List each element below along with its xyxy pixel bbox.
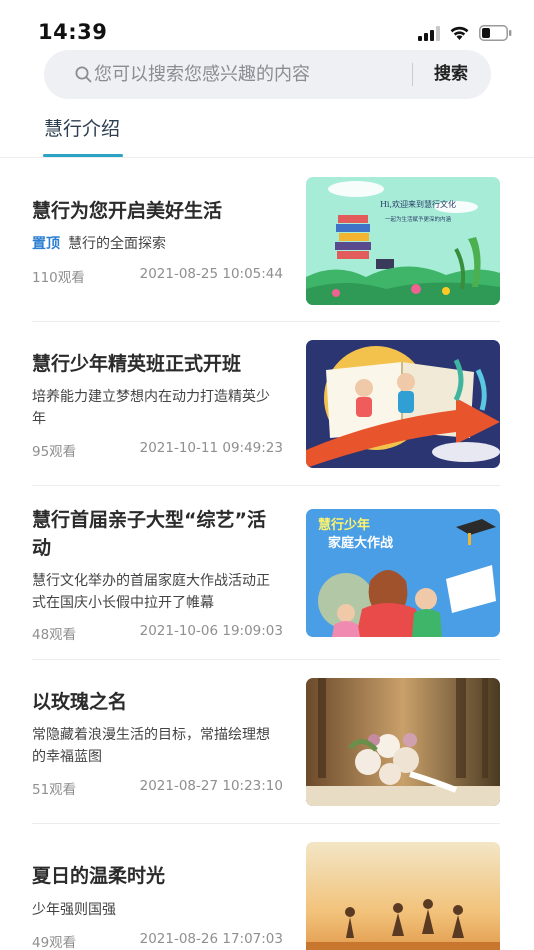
article-item[interactable]: 以玫瑰之名 常隐藏着浪漫生活的目标，常描绘理想的幸福蓝图 51观看 2021-0… bbox=[0, 660, 534, 824]
thumb-caption: Hi,欢迎来到慧行文化 bbox=[380, 199, 456, 209]
article-title: 以玫瑰之名 bbox=[32, 691, 128, 713]
view-count: 95观看 bbox=[32, 444, 77, 460]
article-thumbnail[interactable] bbox=[306, 678, 500, 806]
article-meta: 49观看 2021-08-26 17:07:03 bbox=[32, 931, 283, 950]
article-desc-text: 慧行的全面探索 bbox=[68, 236, 166, 252]
article-thumbnail[interactable]: Hi,欢迎来到慧行文化 一起为生活赋予更深的内涵 bbox=[306, 177, 500, 305]
publish-date: 2021-08-25 10:05:44 bbox=[139, 266, 283, 282]
view-count: 49观看 bbox=[32, 935, 77, 950]
pinned-badge: 置顶 bbox=[32, 236, 60, 252]
view-count: 51观看 bbox=[32, 782, 77, 798]
status-bar: 14:39 bbox=[0, 0, 534, 50]
tab-bar: 慧行介绍 bbox=[0, 108, 534, 158]
article-desc: 置顶 慧行的全面探索 bbox=[32, 233, 282, 255]
article-thumbnail[interactable] bbox=[306, 842, 500, 950]
tab-intro[interactable]: 慧行介绍 bbox=[44, 114, 120, 141]
article-meta: 110观看 2021-08-25 10:05:44 bbox=[32, 266, 283, 286]
publish-date: 2021-10-11 09:49:23 bbox=[139, 440, 283, 456]
status-time: 14:39 bbox=[38, 20, 108, 44]
battery-icon bbox=[479, 25, 512, 41]
thumb-subcaption: 家庭大作战 bbox=[328, 535, 393, 551]
view-count: 48观看 bbox=[32, 627, 77, 643]
article-thumbnail[interactable] bbox=[306, 340, 500, 468]
article-item[interactable]: 慧行首届亲子大型“综艺”活动 慧行文化举办的首届家庭大作战活动正式在国庆小长假中… bbox=[0, 486, 534, 660]
search-icon bbox=[75, 66, 92, 83]
article-desc: 培养能力建立梦想内在动力打造精英少年 bbox=[32, 389, 270, 427]
search-input[interactable]: 您可以搜索您感兴趣的内容 bbox=[94, 50, 404, 99]
article-desc: 慧行文化举办的首届家庭大作战活动正式在国庆小长假中拉开了帷幕 bbox=[32, 573, 270, 611]
view-count: 110观看 bbox=[32, 270, 85, 286]
thumb-subcaption: 一起为生活赋予更深的内涵 bbox=[385, 215, 452, 223]
article-desc: 常隐藏着浪漫生活的目标，常描绘理想的幸福蓝图 bbox=[32, 727, 270, 765]
publish-date: 2021-10-06 19:09:03 bbox=[139, 623, 283, 639]
article-meta: 48观看 2021-10-06 19:09:03 bbox=[32, 623, 283, 643]
article-meta: 51观看 2021-08-27 10:23:10 bbox=[32, 778, 283, 798]
thumb-caption: 慧行少年 bbox=[318, 517, 370, 533]
article-desc: 少年强则国强 bbox=[32, 902, 116, 918]
article-title: 慧行首届亲子大型“综艺”活动 bbox=[32, 509, 266, 559]
article-title: 夏日的温柔时光 bbox=[32, 865, 166, 887]
tab-active-indicator bbox=[43, 154, 123, 157]
search-button[interactable]: 搜索 bbox=[424, 50, 478, 99]
article-title: 慧行少年精英班正式开班 bbox=[32, 353, 242, 375]
signal-icon bbox=[418, 25, 440, 41]
search-divider bbox=[412, 63, 413, 86]
article-item[interactable]: 慧行为您开启美好生活 置顶 慧行的全面探索 110观看 2021-08-25 10… bbox=[0, 158, 534, 322]
article-title: 慧行为您开启美好生活 bbox=[32, 200, 223, 222]
status-icons bbox=[418, 24, 512, 42]
search-bar: 您可以搜索您感兴趣的内容 搜索 bbox=[44, 50, 491, 99]
publish-date: 2021-08-27 10:23:10 bbox=[139, 778, 283, 794]
article-item[interactable]: 夏日的温柔时光 少年强则国强 49观看 2021-08-26 17:07:03 bbox=[0, 824, 534, 950]
article-item[interactable]: 慧行少年精英班正式开班 培养能力建立梦想内在动力打造精英少年 95观看 2021… bbox=[0, 322, 534, 486]
wifi-icon bbox=[450, 26, 469, 40]
publish-date: 2021-08-26 17:07:03 bbox=[139, 931, 283, 947]
article-meta: 95观看 2021-10-11 09:49:23 bbox=[32, 440, 283, 460]
article-thumbnail[interactable]: 慧行少年 家庭大作战 bbox=[306, 509, 500, 637]
